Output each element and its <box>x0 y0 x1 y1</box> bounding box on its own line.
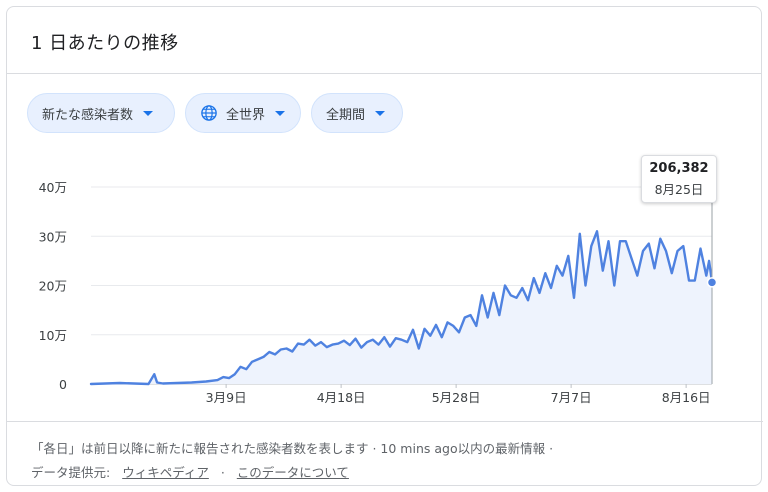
data-tooltip: 206,382 8月25日 <box>641 155 717 203</box>
x-tick-label: 8月16日 <box>662 390 711 405</box>
y-tick-label: 20万 <box>39 279 67 294</box>
link-separator: · <box>220 465 225 480</box>
about-data-link[interactable]: このデータについて <box>237 465 349 480</box>
card-header: 1 日あたりの推移 <box>7 7 761 74</box>
period-chip[interactable]: 全期間 <box>311 93 403 133</box>
y-tick-label: 30万 <box>39 229 67 244</box>
card-title: 1 日あたりの推移 <box>31 33 179 54</box>
data-source: データ提供元: ウィキペディア · このデータについて <box>31 462 349 481</box>
chevron-down-icon <box>375 110 386 116</box>
x-tick-label: 5月28日 <box>432 390 481 405</box>
highlight-point <box>706 277 718 288</box>
tooltip-date: 8月25日 <box>654 182 704 197</box>
region-chip[interactable]: 全世界 <box>185 93 301 133</box>
chevron-down-icon <box>143 110 154 116</box>
x-tick-label: 4月18日 <box>317 390 366 405</box>
period-chip-label: 全期間 <box>326 107 366 123</box>
card-footer: 「各日」は前日以降に新たに報告された感染者数を表します · 10 mins ag… <box>7 421 763 488</box>
data-note: 「各日」は前日以降に新たに報告された感染者数を表します · 10 mins ag… <box>31 441 554 456</box>
wikipedia-link[interactable]: ウィキペディア <box>122 465 209 480</box>
metric-chip-label: 新たな感染者数 <box>42 107 134 123</box>
y-tick-label: 0 <box>59 377 67 392</box>
x-tick-label: 3月9日 <box>206 390 247 405</box>
covid-trend-card: 1 日あたりの推移 新たな感染者数 全世界 全期間 0 10万 20万 30万 40万 3… <box>6 6 763 488</box>
source-label: データ提供元: <box>31 465 111 480</box>
chevron-down-icon <box>275 110 286 116</box>
y-tick-label: 40万 <box>39 180 67 195</box>
tooltip-value: 206,382 <box>649 161 709 176</box>
x-tick-label: 7月7日 <box>551 390 592 405</box>
region-chip-label: 全世界 <box>226 107 266 123</box>
y-tick-label: 10万 <box>39 328 67 343</box>
globe-icon <box>201 105 217 121</box>
metric-chip[interactable]: 新たな感染者数 <box>27 93 175 133</box>
